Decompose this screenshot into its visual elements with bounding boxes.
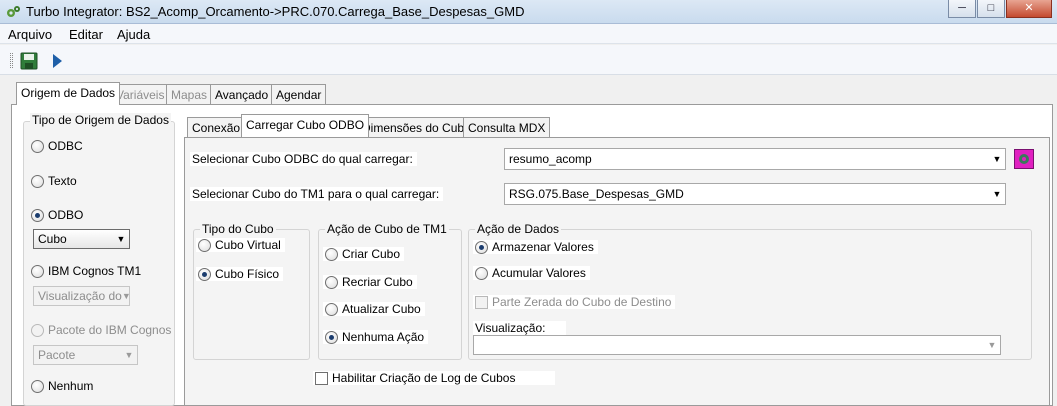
radio-criar-cubo-indicator[interactable] bbox=[325, 247, 338, 261]
tab-conexao[interactable]: Conexão bbox=[187, 117, 246, 137]
radio-recriar-cubo-indicator[interactable] bbox=[325, 275, 338, 289]
menu-editar[interactable]: Editar bbox=[69, 27, 103, 42]
radio-cubo-fisico-indicator[interactable] bbox=[198, 267, 211, 281]
run-icon[interactable] bbox=[47, 51, 67, 71]
radio-pacote-label: Pacote do IBM Cognos bbox=[48, 323, 172, 337]
package-select[interactable]: Pacote ▼ bbox=[33, 345, 138, 365]
radio-ibm-cognos-tm1[interactable]: IBM Cognos TM1 bbox=[31, 264, 141, 278]
odbo-type-select[interactable]: Cubo ▼ bbox=[33, 229, 130, 249]
chevron-down-icon: ▼ bbox=[124, 350, 134, 360]
tm1-view-select[interactable]: Visualização do ▼ bbox=[33, 286, 130, 306]
chevron-down-icon: ▼ bbox=[116, 234, 126, 244]
radio-ibm-cognos-tm1-label: IBM Cognos TM1 bbox=[48, 264, 142, 278]
tab-origem-de-dados[interactable]: Origem de Dados bbox=[16, 82, 121, 105]
radio-acumular-valores[interactable]: Acumular Valores bbox=[473, 266, 590, 280]
chevron-down-icon: ▼ bbox=[987, 340, 997, 350]
radio-atualizar-cubo-label: Atualizar Cubo bbox=[342, 302, 421, 316]
tm1-cube-value: RSG.075.Base_Despesas_GMD bbox=[509, 187, 684, 201]
maximize-button[interactable]: □ bbox=[977, 0, 1005, 18]
log-checkbox-label: Habilitar Criação de Log de Cubos bbox=[332, 371, 516, 385]
chevron-down-icon: ▼ bbox=[992, 189, 1002, 199]
radio-cubo-virtual-label: Cubo Virtual bbox=[215, 238, 281, 252]
tab-agendar[interactable]: Agendar bbox=[271, 84, 327, 104]
data-action-label: Ação de Dados bbox=[475, 222, 562, 236]
tab-consulta-mdx[interactable]: Consulta MDX bbox=[463, 117, 551, 137]
odbc-cube-select[interactable]: resumo_acomp ▼ bbox=[504, 148, 1006, 170]
package-value: Pacote bbox=[38, 348, 76, 362]
radio-nenhuma-acao-label: Nenhuma Ação bbox=[342, 330, 425, 344]
odbc-cube-value: resumo_acomp bbox=[509, 152, 592, 166]
radio-odbc[interactable]: ODBC bbox=[31, 139, 83, 153]
source-type-label: Tipo de Origem de Dados bbox=[30, 113, 171, 127]
tm1-cube-select[interactable]: RSG.075.Base_Despesas_GMD ▼ bbox=[504, 183, 1006, 205]
radio-texto[interactable]: Texto bbox=[31, 174, 77, 188]
tm1-cube-label: Selecionar Cubo do TM1 para o qual carre… bbox=[190, 187, 444, 201]
radio-atualizar-cubo[interactable]: Atualizar Cubo bbox=[323, 302, 425, 316]
save-icon[interactable] bbox=[19, 51, 39, 71]
zero-out-label: Parte Zerada do Cubo de Destino bbox=[492, 295, 672, 309]
tab-carregar-cubo-odbo[interactable]: Carregar Cubo ODBO bbox=[241, 114, 370, 137]
radio-cubo-virtual[interactable]: Cubo Virtual bbox=[196, 238, 285, 252]
radio-recriar-cubo[interactable]: Recriar Cubo bbox=[323, 275, 417, 289]
radio-odbo-label: ODBO bbox=[48, 208, 84, 222]
radio-nenhum-indicator[interactable] bbox=[31, 379, 44, 393]
radio-armazenar-label: Armazenar Valores bbox=[492, 240, 594, 254]
view-label: Visualização: bbox=[473, 321, 566, 335]
menu-arquivo[interactable]: Arquivo bbox=[8, 27, 52, 42]
radio-odbo[interactable]: ODBO bbox=[31, 208, 83, 222]
odbo-type-value: Cubo bbox=[38, 232, 67, 246]
chevron-down-icon: ▼ bbox=[992, 154, 1002, 164]
radio-nenhum[interactable]: Nenhum bbox=[31, 379, 93, 393]
view-select[interactable]: ▼ bbox=[473, 335, 1001, 355]
radio-nenhum-label: Nenhum bbox=[48, 379, 94, 393]
radio-odbo-indicator[interactable] bbox=[31, 208, 44, 222]
log-checkbox-box[interactable] bbox=[315, 371, 328, 385]
radio-texto-indicator[interactable] bbox=[31, 174, 44, 188]
radio-odbc-label: ODBC bbox=[48, 139, 83, 153]
tab-avancado[interactable]: Avançado bbox=[210, 84, 274, 104]
odbc-cube-label: Selecionar Cubo ODBC do qual carregar: bbox=[190, 152, 417, 166]
chevron-down-icon: ▼ bbox=[121, 291, 130, 301]
radio-nenhuma-acao-indicator[interactable] bbox=[325, 330, 338, 344]
radio-cubo-virtual-indicator[interactable] bbox=[198, 238, 211, 252]
radio-ibm-cognos-tm1-indicator[interactable] bbox=[31, 264, 44, 278]
radio-pacote-ibm-cognos[interactable]: Pacote do IBM Cognos bbox=[31, 323, 171, 337]
radio-acumular-label: Acumular Valores bbox=[492, 266, 586, 280]
radio-recriar-cubo-label: Recriar Cubo bbox=[342, 275, 413, 289]
radio-cubo-fisico[interactable]: Cubo Físico bbox=[196, 267, 284, 281]
radio-acumular-indicator[interactable] bbox=[475, 266, 488, 280]
toolbar bbox=[0, 45, 1057, 75]
tm1-view-value: Visualização do bbox=[38, 289, 122, 303]
turbo-integrator-icon bbox=[7, 6, 20, 17]
radio-nenhuma-acao[interactable]: Nenhuma Ação bbox=[323, 330, 429, 344]
menu-ajuda[interactable]: Ajuda bbox=[117, 27, 150, 42]
radio-criar-cubo[interactable]: Criar Cubo bbox=[323, 247, 405, 261]
radio-pacote-indicator[interactable] bbox=[31, 323, 44, 337]
radio-cubo-fisico-label: Cubo Físico bbox=[215, 267, 280, 281]
radio-atualizar-cubo-indicator[interactable] bbox=[325, 302, 338, 316]
refresh-cube-icon[interactable] bbox=[1014, 149, 1034, 169]
radio-texto-label: Texto bbox=[48, 174, 77, 188]
log-checkbox[interactable]: Habilitar Criação de Log de Cubos bbox=[313, 371, 556, 385]
radio-armazenar-indicator[interactable] bbox=[475, 240, 488, 254]
radio-odbc-indicator[interactable] bbox=[31, 139, 44, 153]
toolbar-grip bbox=[10, 53, 13, 68]
zero-out-checkbox[interactable]: Parte Zerada do Cubo de Destino bbox=[473, 295, 676, 309]
zero-out-checkbox-box[interactable] bbox=[475, 295, 488, 309]
title-bar: Turbo Integrator: BS2_Acomp_Orcamento->P… bbox=[0, 0, 1057, 24]
menu-bar: Arquivo Editar Ajuda bbox=[0, 24, 1057, 44]
tm1-action-label: Ação de Cubo de TM1 bbox=[325, 222, 449, 236]
radio-armazenar-valores[interactable]: Armazenar Valores bbox=[473, 240, 598, 254]
close-button[interactable]: ✕ bbox=[1006, 0, 1052, 18]
tab-dimensoes-do-cubo[interactable]: Dimensões do Cubo bbox=[357, 117, 476, 137]
cube-type-label: Tipo do Cubo bbox=[200, 222, 276, 236]
radio-criar-cubo-label: Criar Cubo bbox=[342, 247, 401, 261]
window-title: Turbo Integrator: BS2_Acomp_Orcamento->P… bbox=[26, 4, 525, 19]
minimize-button[interactable]: ─ bbox=[948, 0, 976, 18]
tab-mapas[interactable]: Mapas bbox=[166, 84, 213, 104]
